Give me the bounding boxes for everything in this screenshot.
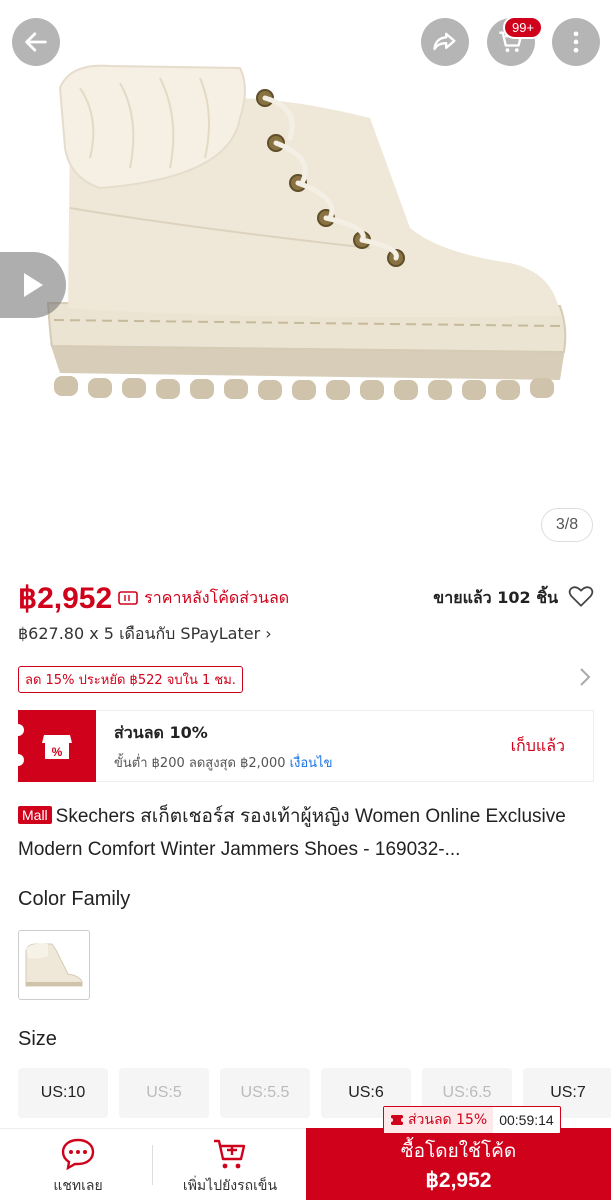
size-option[interactable]: US:10 xyxy=(18,1068,108,1118)
arrow-left-icon xyxy=(25,32,47,52)
installment-link[interactable]: ฿627.80 x 5 เดือนกับ SPayLater › xyxy=(18,622,272,647)
share-icon xyxy=(433,32,456,51)
voucher-subtitle: ขั้นต่ำ ฿200 ลดสูงสุด ฿2,000 เงื่อนไข xyxy=(114,752,511,773)
buy-price: ฿2,952 xyxy=(425,1168,492,1192)
product-title-text: Skechers สเก็ตเชอร์ส รองเท้าผู้หญิง Wome… xyxy=(18,806,566,860)
more-vertical-icon xyxy=(573,31,579,53)
promo-tag: ลด 15% ประหยัด ฿522 จบใน 1 ชม. xyxy=(18,666,243,693)
countdown-timer: 00:59:14 xyxy=(499,1112,554,1128)
add-to-cart-button[interactable]: เพิ่มไปยังรถเข็น xyxy=(168,1137,292,1197)
image-page-counter: 3/8 xyxy=(541,508,593,542)
product-image-carousel[interactable]: 99+ 3/8 xyxy=(0,0,611,570)
chat-icon xyxy=(61,1138,95,1171)
price: ฿2,952 xyxy=(18,581,113,615)
voucher-terms-link[interactable]: เงื่อนไข xyxy=(290,756,333,771)
heart-icon[interactable] xyxy=(568,584,594,608)
discount-countdown: ส่วนลด 15% 00:59:14 xyxy=(383,1106,561,1134)
coupon-icon xyxy=(118,591,138,605)
boot-thumbnail-image xyxy=(25,943,83,987)
countdown-label: ส่วนลด 15% xyxy=(408,1112,488,1128)
play-icon xyxy=(24,273,43,297)
mall-badge: Mall xyxy=(18,806,52,824)
voucher-conditions-text: ขั้นต่ำ ฿200 ลดสูงสุด ฿2,000 xyxy=(114,756,286,771)
product-image xyxy=(46,64,567,400)
ticket-icon xyxy=(390,1115,404,1125)
store-discount-icon: % xyxy=(42,735,72,759)
voucher-card[interactable]: % ส่วนลด 10% ขั้นต่ำ ฿200 ลดสูงสุด ฿2,00… xyxy=(12,710,594,782)
voucher-icon-panel: % xyxy=(12,710,96,782)
color-option-thumbnail[interactable] xyxy=(18,930,90,1000)
back-button[interactable] xyxy=(12,18,60,66)
svg-text:%: % xyxy=(52,745,63,759)
size-option[interactable]: US:5.5 xyxy=(220,1068,310,1118)
add-to-cart-label: เพิ่มไปยังรถเข็น xyxy=(182,1178,278,1194)
buy-label: ซื้อโดยใช้โค้ด xyxy=(400,1139,517,1162)
size-option[interactable]: US:5 xyxy=(119,1068,209,1118)
product-title: Mall Skechers สเก็ตเชอร์ส รองเท้าผู้หญิง … xyxy=(18,800,598,866)
price-after-discount-note: ราคาหลังโค้ดส่วนลด xyxy=(144,587,290,607)
play-video-button[interactable] xyxy=(0,252,66,318)
voucher-collected-button[interactable]: เก็บแล้ว xyxy=(511,711,593,781)
share-button[interactable] xyxy=(421,18,469,66)
chat-label: แชทเลย xyxy=(53,1178,103,1194)
buy-with-code-button[interactable]: ซื้อโดยใช้โค้ด ฿2,952 xyxy=(306,1128,611,1200)
more-options-button[interactable] xyxy=(552,18,600,66)
voucher-title: ส่วนลด 10% xyxy=(114,723,208,742)
add-to-cart-icon xyxy=(214,1139,246,1169)
size-label: Size xyxy=(18,1028,57,1050)
price-row: ฿2,952 ราคาหลังโค้ดส่วนลด ขายแล้ว 102 ชิ… xyxy=(18,578,598,618)
color-family-label: Color Family xyxy=(18,888,131,910)
chat-button[interactable]: แชทเลย xyxy=(40,1137,116,1197)
chevron-right-icon[interactable] xyxy=(578,666,592,688)
cart-count-badge: 99+ xyxy=(503,16,544,39)
divider xyxy=(152,1145,153,1185)
sold-count: ขายแล้ว 102 ชิ้น xyxy=(433,588,558,607)
